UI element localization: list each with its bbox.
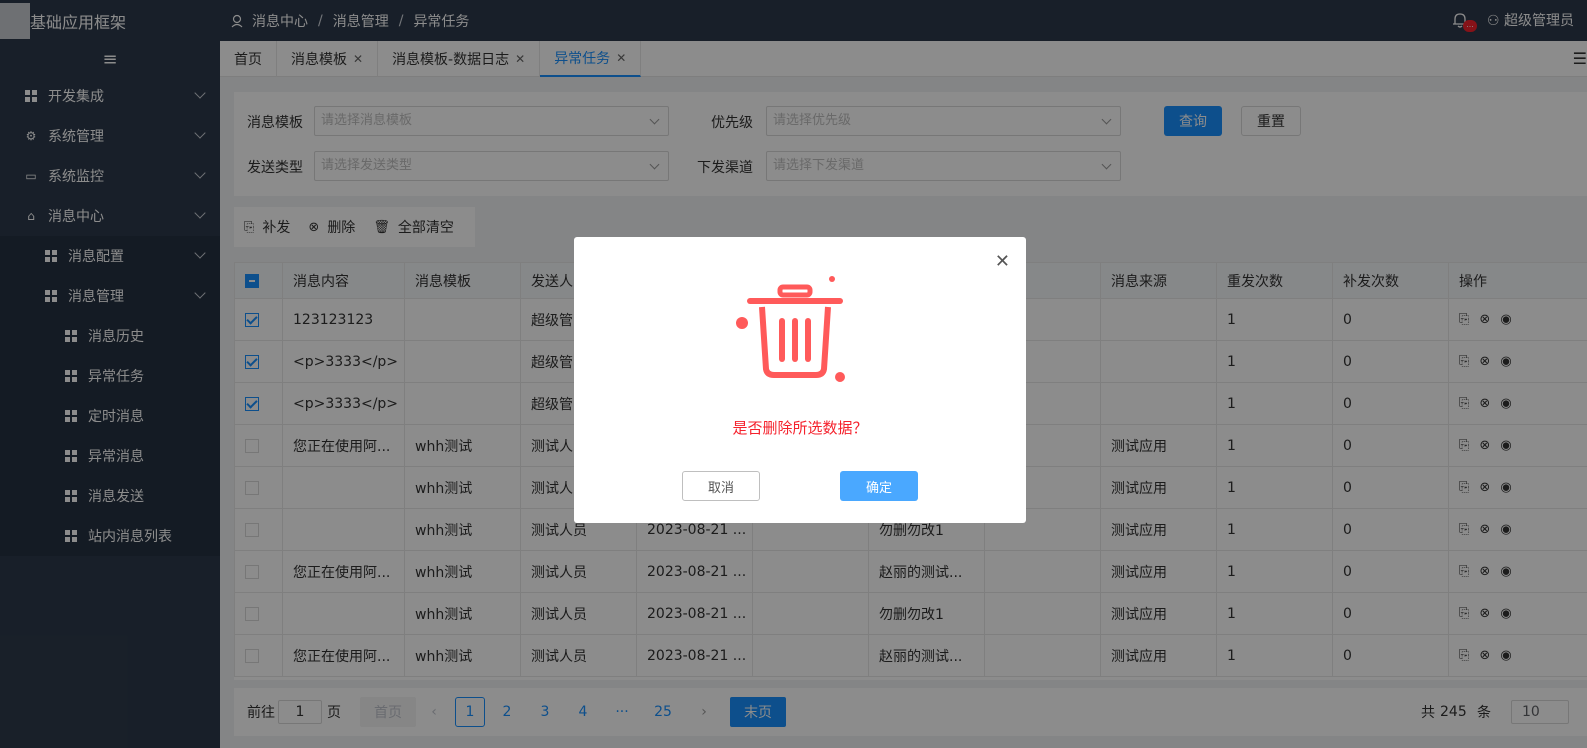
close-icon[interactable]: ✕ xyxy=(995,251,1010,272)
delete-confirm-dialog: ✕ 是否删除所选数据？ 取消 确定 xyxy=(574,237,1026,523)
confirm-button[interactable]: 确定 xyxy=(840,471,918,501)
cancel-button[interactable]: 取消 xyxy=(682,471,760,501)
trash-illustration-icon xyxy=(736,276,845,382)
dialog-message: 是否删除所选数据？ xyxy=(732,419,868,437)
